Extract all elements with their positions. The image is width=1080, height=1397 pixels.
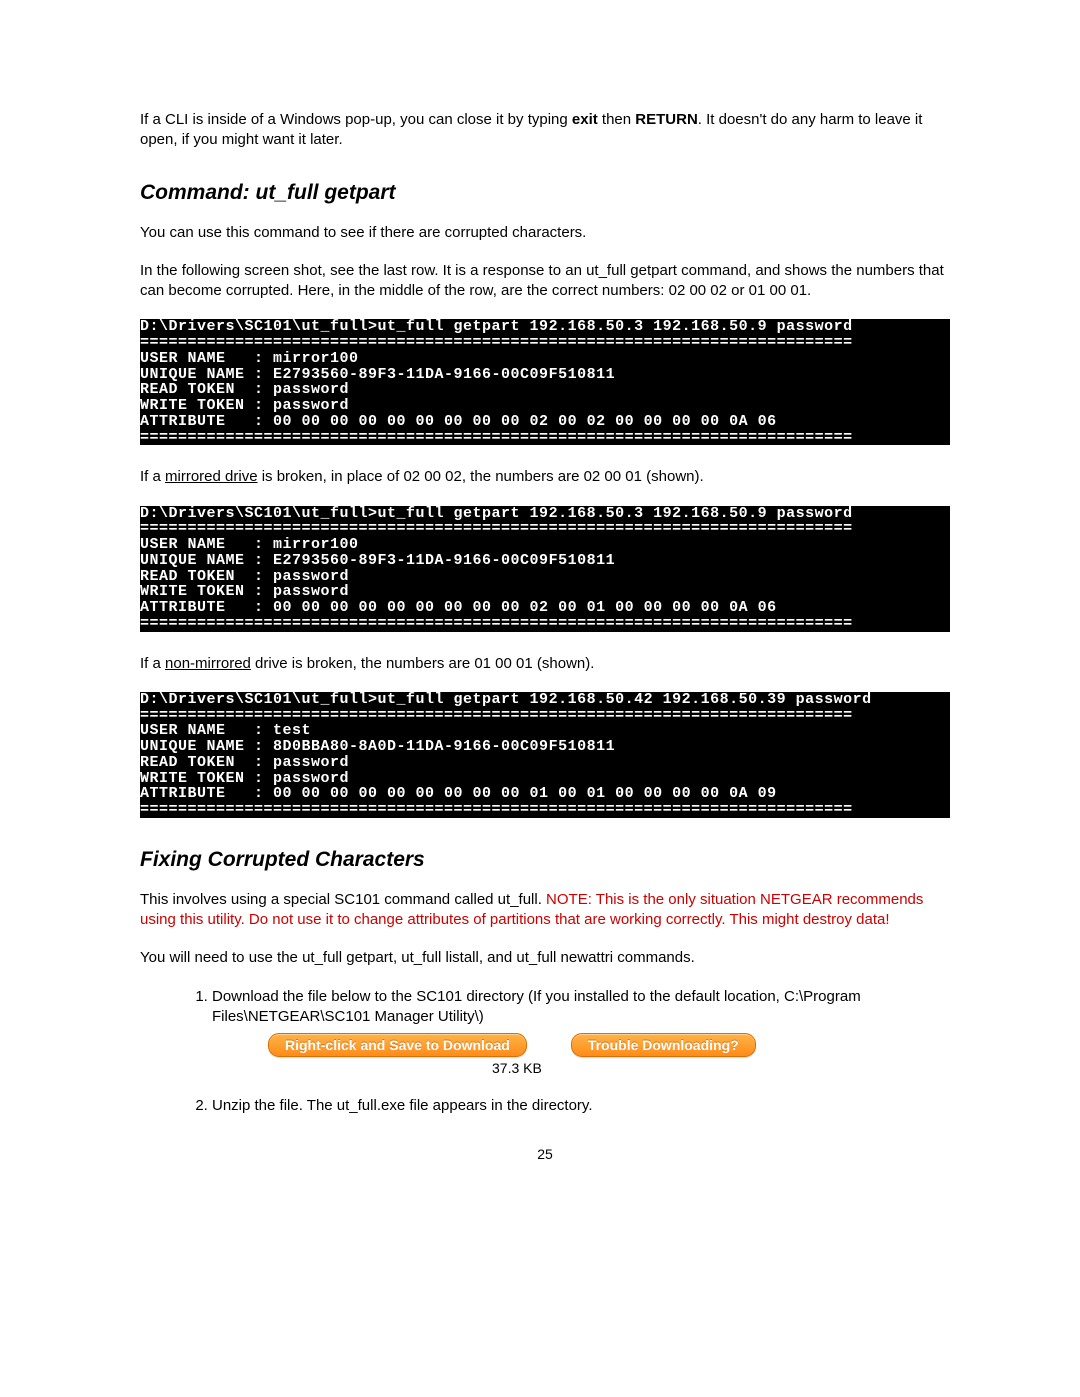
intro-return: RETURN bbox=[635, 111, 698, 128]
s1-p4-pre: If a bbox=[140, 655, 165, 672]
intro-mid: then bbox=[598, 111, 636, 128]
s1-p3-underline: mirrored drive bbox=[165, 468, 258, 485]
trouble-downloading-button[interactable]: Trouble Downloading? bbox=[571, 1033, 756, 1057]
s1-p2: In the following screen shot, see the la… bbox=[140, 261, 950, 302]
step-1: Download the file below to the SC101 dir… bbox=[212, 987, 950, 1078]
intro-paragraph: If a CLI is inside of a Windows pop-up, … bbox=[140, 110, 950, 151]
download-button[interactable]: Right-click and Save to Download bbox=[268, 1033, 527, 1057]
page-number: 25 bbox=[140, 1146, 950, 1162]
s1-p4-underline: non-mirrored bbox=[165, 655, 251, 672]
s1-p3: If a mirrored drive is broken, in place … bbox=[140, 467, 950, 487]
s2-p2: You will need to use the ut_full getpart… bbox=[140, 948, 950, 968]
file-size-label: 37.3 KB bbox=[492, 1059, 950, 1078]
intro-exit: exit bbox=[572, 111, 598, 128]
s1-p4-post: drive is broken, the numbers are 01 00 0… bbox=[251, 655, 595, 672]
s1-p1: You can use this command to see if there… bbox=[140, 223, 950, 243]
step-2: Unzip the file. The ut_full.exe file app… bbox=[212, 1096, 950, 1116]
intro-pre: If a CLI is inside of a Windows pop-up, … bbox=[140, 111, 572, 128]
heading-command-getpart: Command: ut_full getpart bbox=[140, 181, 950, 205]
terminal-output-1: D:\Drivers\SC101\ut_full>ut_full getpart… bbox=[140, 319, 950, 445]
terminal-output-3: D:\Drivers\SC101\ut_full>ut_full getpart… bbox=[140, 692, 950, 818]
terminal-output-2: D:\Drivers\SC101\ut_full>ut_full getpart… bbox=[140, 506, 950, 632]
s2-p1-pre: This involves using a special SC101 comm… bbox=[140, 891, 546, 908]
steps-list: Download the file below to the SC101 dir… bbox=[140, 987, 950, 1117]
s1-p3-post: is broken, in place of 02 00 02, the num… bbox=[258, 468, 704, 485]
heading-fixing-corrupted: Fixing Corrupted Characters bbox=[140, 848, 950, 872]
s1-p4: If a non-mirrored drive is broken, the n… bbox=[140, 654, 950, 674]
s2-p1: This involves using a special SC101 comm… bbox=[140, 890, 950, 931]
step-1-text: Download the file below to the SC101 dir… bbox=[212, 988, 861, 1025]
s1-p3-pre: If a bbox=[140, 468, 165, 485]
